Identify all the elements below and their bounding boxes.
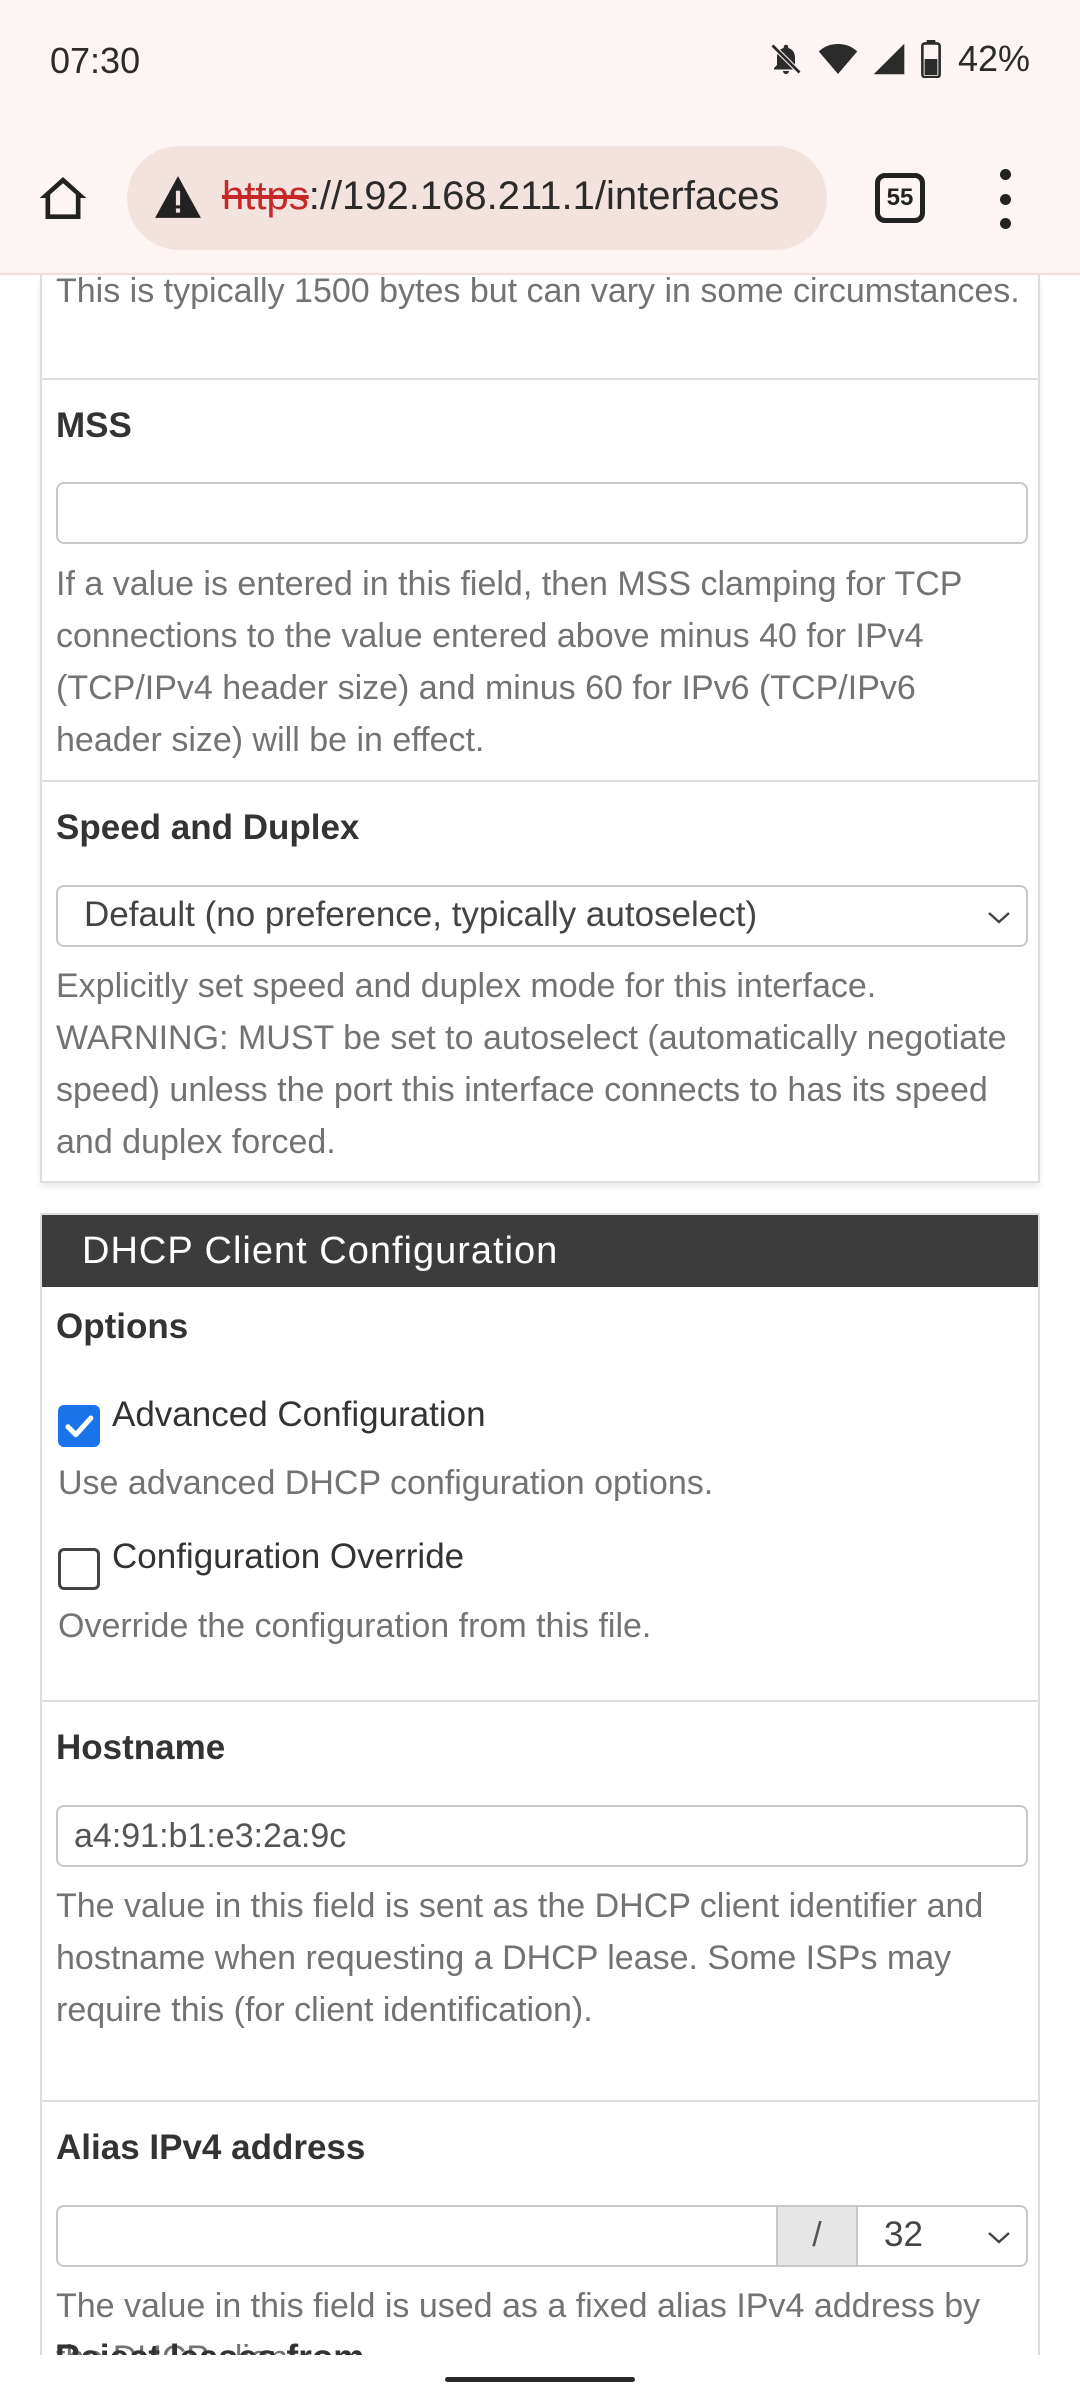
config-override-help: Override the configuration from this fil…	[58, 1607, 652, 1645]
options-label: Options	[56, 1307, 189, 1346]
mtu-help: This is typically 1500 bytes but can var…	[56, 275, 1020, 310]
url-scheme: https	[222, 174, 309, 218]
config-override-checkbox[interactable]	[58, 1548, 100, 1590]
home-button[interactable]	[30, 165, 96, 231]
subnet-select[interactable]: 32	[858, 2205, 1028, 2267]
advanced-config-help: Use advanced DHCP configuration options.	[58, 1464, 714, 1502]
row-divider	[42, 378, 1038, 380]
alias-ipv4-label: Alias IPv4 address	[56, 2128, 366, 2167]
mss-help: If a value is entered in this field, the…	[56, 565, 962, 759]
url-text[interactable]: https://192.168.211.1/interfaces	[222, 174, 812, 219]
home-icon	[39, 177, 87, 219]
chevron-down-icon	[988, 912, 1010, 924]
subnet-separator: /	[776, 2205, 858, 2267]
advanced-config-label[interactable]: Advanced Configuration	[112, 1395, 486, 1435]
browser-toolbar: https://192.168.211.1/interfaces 55	[0, 125, 1080, 275]
status-time: 07:30	[50, 40, 141, 81]
chevron-down-icon	[988, 2232, 1010, 2244]
speed-duplex-help: Explicitly set speed and duplex mode for…	[56, 967, 1007, 1161]
address-bar[interactable]: https://192.168.211.1/interfaces	[127, 146, 827, 250]
hostname-input[interactable]	[56, 1805, 1028, 1867]
tabs-icon[interactable]: 55	[875, 173, 925, 223]
gesture-nav-bar	[0, 2358, 1080, 2400]
config-override-label[interactable]: Configuration Override	[112, 1537, 464, 1577]
wifi-icon	[818, 41, 858, 77]
mss-input[interactable]	[56, 482, 1028, 544]
speed-duplex-select[interactable]: Default (no preference, typically autose…	[56, 885, 1028, 947]
speed-duplex-label: Speed and Duplex	[56, 808, 360, 847]
tab-count: 55	[886, 184, 914, 211]
page-content: This is typically 1500 bytes but can var…	[0, 275, 1080, 2355]
advanced-config-checkbox[interactable]	[58, 1405, 100, 1447]
mss-label: MSS	[56, 406, 132, 445]
battery-icon	[920, 40, 942, 78]
status-icons: 42%	[768, 38, 1030, 80]
url-host-path: ://192.168.211.1/interfaces	[308, 174, 780, 218]
subnet-selected: 32	[884, 2215, 923, 2254]
hostname-help: The value in this field is sent as the D…	[56, 1887, 984, 2029]
row-divider	[42, 2100, 1038, 2102]
alias-ipv4-group: / 32	[56, 2205, 1028, 2267]
hostname-label: Hostname	[56, 1728, 226, 1767]
row-divider	[42, 1700, 1038, 1702]
bell-off-icon	[768, 41, 804, 77]
home-gesture-handle[interactable]	[445, 2377, 635, 2382]
alias-ipv4-input[interactable]	[56, 2205, 776, 2267]
more-vert-icon[interactable]	[985, 169, 1025, 229]
battery-percentage: 42%	[957, 38, 1030, 79]
row-divider	[42, 780, 1038, 782]
general-config-panel: This is typically 1500 bytes but can var…	[40, 275, 1040, 1183]
signal-icon	[872, 41, 906, 77]
check-icon	[65, 1415, 94, 1438]
warning-icon[interactable]	[153, 174, 203, 225]
status-bar: 07:30 42%	[0, 0, 1080, 125]
dhcp-client-panel: DHCP Client Configuration Options Advanc…	[40, 1213, 1040, 2355]
speed-duplex-selected: Default (no preference, typically autose…	[84, 895, 758, 934]
reject-leases-label: Reject leases from	[55, 2338, 364, 2355]
section-header-dhcp: DHCP Client Configuration	[42, 1215, 1038, 1287]
